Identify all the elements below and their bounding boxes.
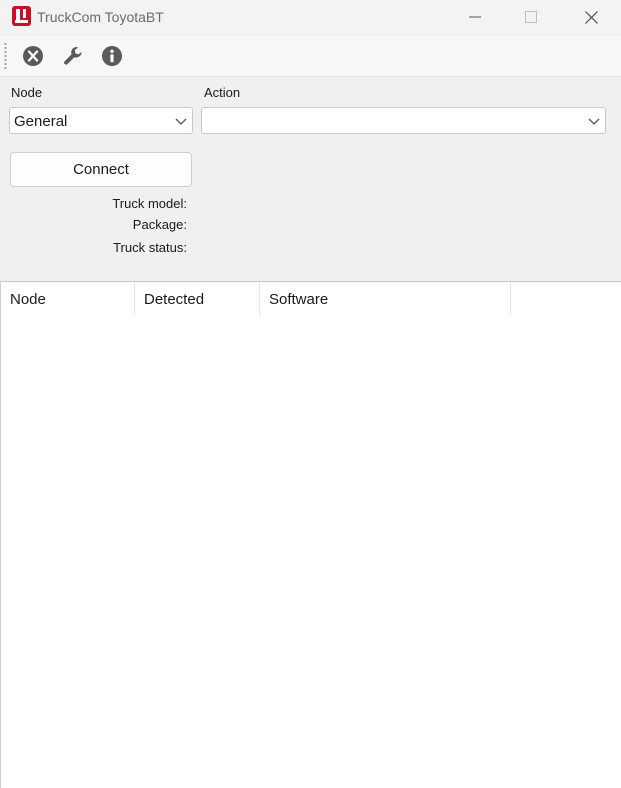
minimize-button[interactable] [452,0,498,34]
close-circle-icon [23,46,43,66]
column-header-software[interactable]: Software [260,282,511,315]
chevron-down-icon [588,118,600,125]
toolbar [0,36,621,77]
wrench-icon [64,47,82,65]
close-window-button[interactable] [568,0,614,34]
action-select[interactable] [201,107,606,134]
about-button[interactable] [101,45,123,67]
title-bar: TruckCom ToyotaBT [0,0,621,34]
maximize-button[interactable] [508,0,554,34]
node-table[interactable]: Node Detected Software [0,281,621,788]
maximize-icon [525,11,537,23]
node-select[interactable]: General [9,107,193,134]
chevron-down-icon [175,118,187,125]
disconnect-button[interactable] [22,45,44,67]
node-label: Node [11,85,43,100]
truck-status-label: Truck status: [113,240,187,255]
truck-model-label: Truck model: [112,196,187,211]
close-icon [584,10,598,24]
minimize-icon [469,16,481,18]
column-header-node[interactable]: Node [1,282,135,315]
settings-button[interactable] [62,45,84,67]
window-title: TruckCom ToyotaBT [37,9,164,25]
package-label: Package: [132,217,187,232]
action-label: Action [204,85,241,100]
node-select-value: General [14,113,68,130]
toolbar-grip[interactable] [4,42,7,70]
info-icon [102,46,122,66]
connect-button[interactable]: Connect [10,152,192,187]
column-header-detected[interactable]: Detected [135,282,260,315]
app-logo-icon [12,6,31,26]
table-header: Node Detected Software [1,282,621,315]
